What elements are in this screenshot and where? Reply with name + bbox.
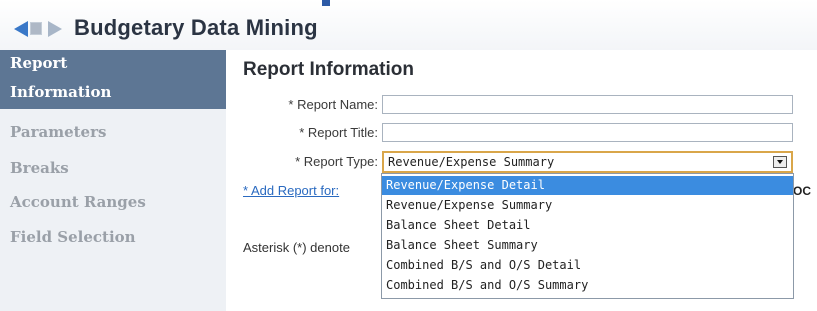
- sidebar-item-label: Parameters: [10, 123, 107, 141]
- report-type-select[interactable]: Revenue/Expense Summary: [382, 151, 793, 173]
- app-header: Budgetary Data Mining: [0, 0, 817, 50]
- report-name-label: * Report Name:: [288, 97, 378, 112]
- dropdown-option[interactable]: Revenue/Expense Summary: [382, 196, 793, 215]
- sidebar-item-breaks[interactable]: Breaks: [0, 159, 226, 177]
- sidebar-item-label: Account Ranges: [10, 193, 146, 211]
- dropdown-option[interactable]: Combined B/S and O/S Detail: [382, 256, 793, 275]
- top-marker: [322, 0, 330, 6]
- report-title-label: * Report Title:: [299, 125, 378, 140]
- dropdown-option[interactable]: Combined B/S and O/S Summary: [382, 276, 793, 295]
- back-arrow-icon[interactable]: [14, 21, 28, 37]
- sidebar-item-account-ranges[interactable]: Account Ranges: [0, 193, 226, 211]
- sidebar-item-label: Field Selection: [10, 228, 136, 246]
- sidebar-item-report-information[interactable]: Report Information: [0, 50, 226, 109]
- report-name-input[interactable]: [382, 95, 793, 114]
- dropdown-option[interactable]: Balance Sheet Summary: [382, 236, 793, 255]
- app-title: Budgetary Data Mining: [74, 15, 318, 40]
- asterisk-note: Asterisk (*) denote: [243, 240, 350, 255]
- dropdown-option[interactable]: Balance Sheet Detail: [382, 216, 793, 235]
- sidebar: Report Information Parameters Breaks Acc…: [0, 50, 226, 311]
- sidebar-item-field-selection[interactable]: Field Selection: [0, 228, 226, 246]
- sidebar-item-parameters[interactable]: Parameters: [0, 123, 226, 141]
- add-report-for-link[interactable]: * Add Report for:: [243, 183, 339, 198]
- page-title: Report Information: [243, 59, 414, 80]
- sidebar-item-label-line2: Information: [10, 83, 112, 101]
- report-type-dropdown-list[interactable]: Revenue/Expense Detail Revenue/Expense S…: [381, 173, 794, 299]
- dropdown-arrow-icon[interactable]: [773, 156, 787, 168]
- forward-arrow-icon[interactable]: [48, 21, 62, 37]
- report-title-input[interactable]: [382, 123, 793, 142]
- sidebar-item-label: Report: [10, 54, 68, 72]
- dropdown-option[interactable]: Revenue/Expense Detail: [382, 176, 793, 195]
- sidebar-item-label: Breaks: [10, 159, 69, 177]
- report-type-selected-value: Revenue/Expense Summary: [388, 155, 555, 169]
- truncated-text: OC: [793, 184, 811, 198]
- page-icon[interactable]: [30, 22, 42, 35]
- report-type-label: * Report Type:: [295, 154, 378, 169]
